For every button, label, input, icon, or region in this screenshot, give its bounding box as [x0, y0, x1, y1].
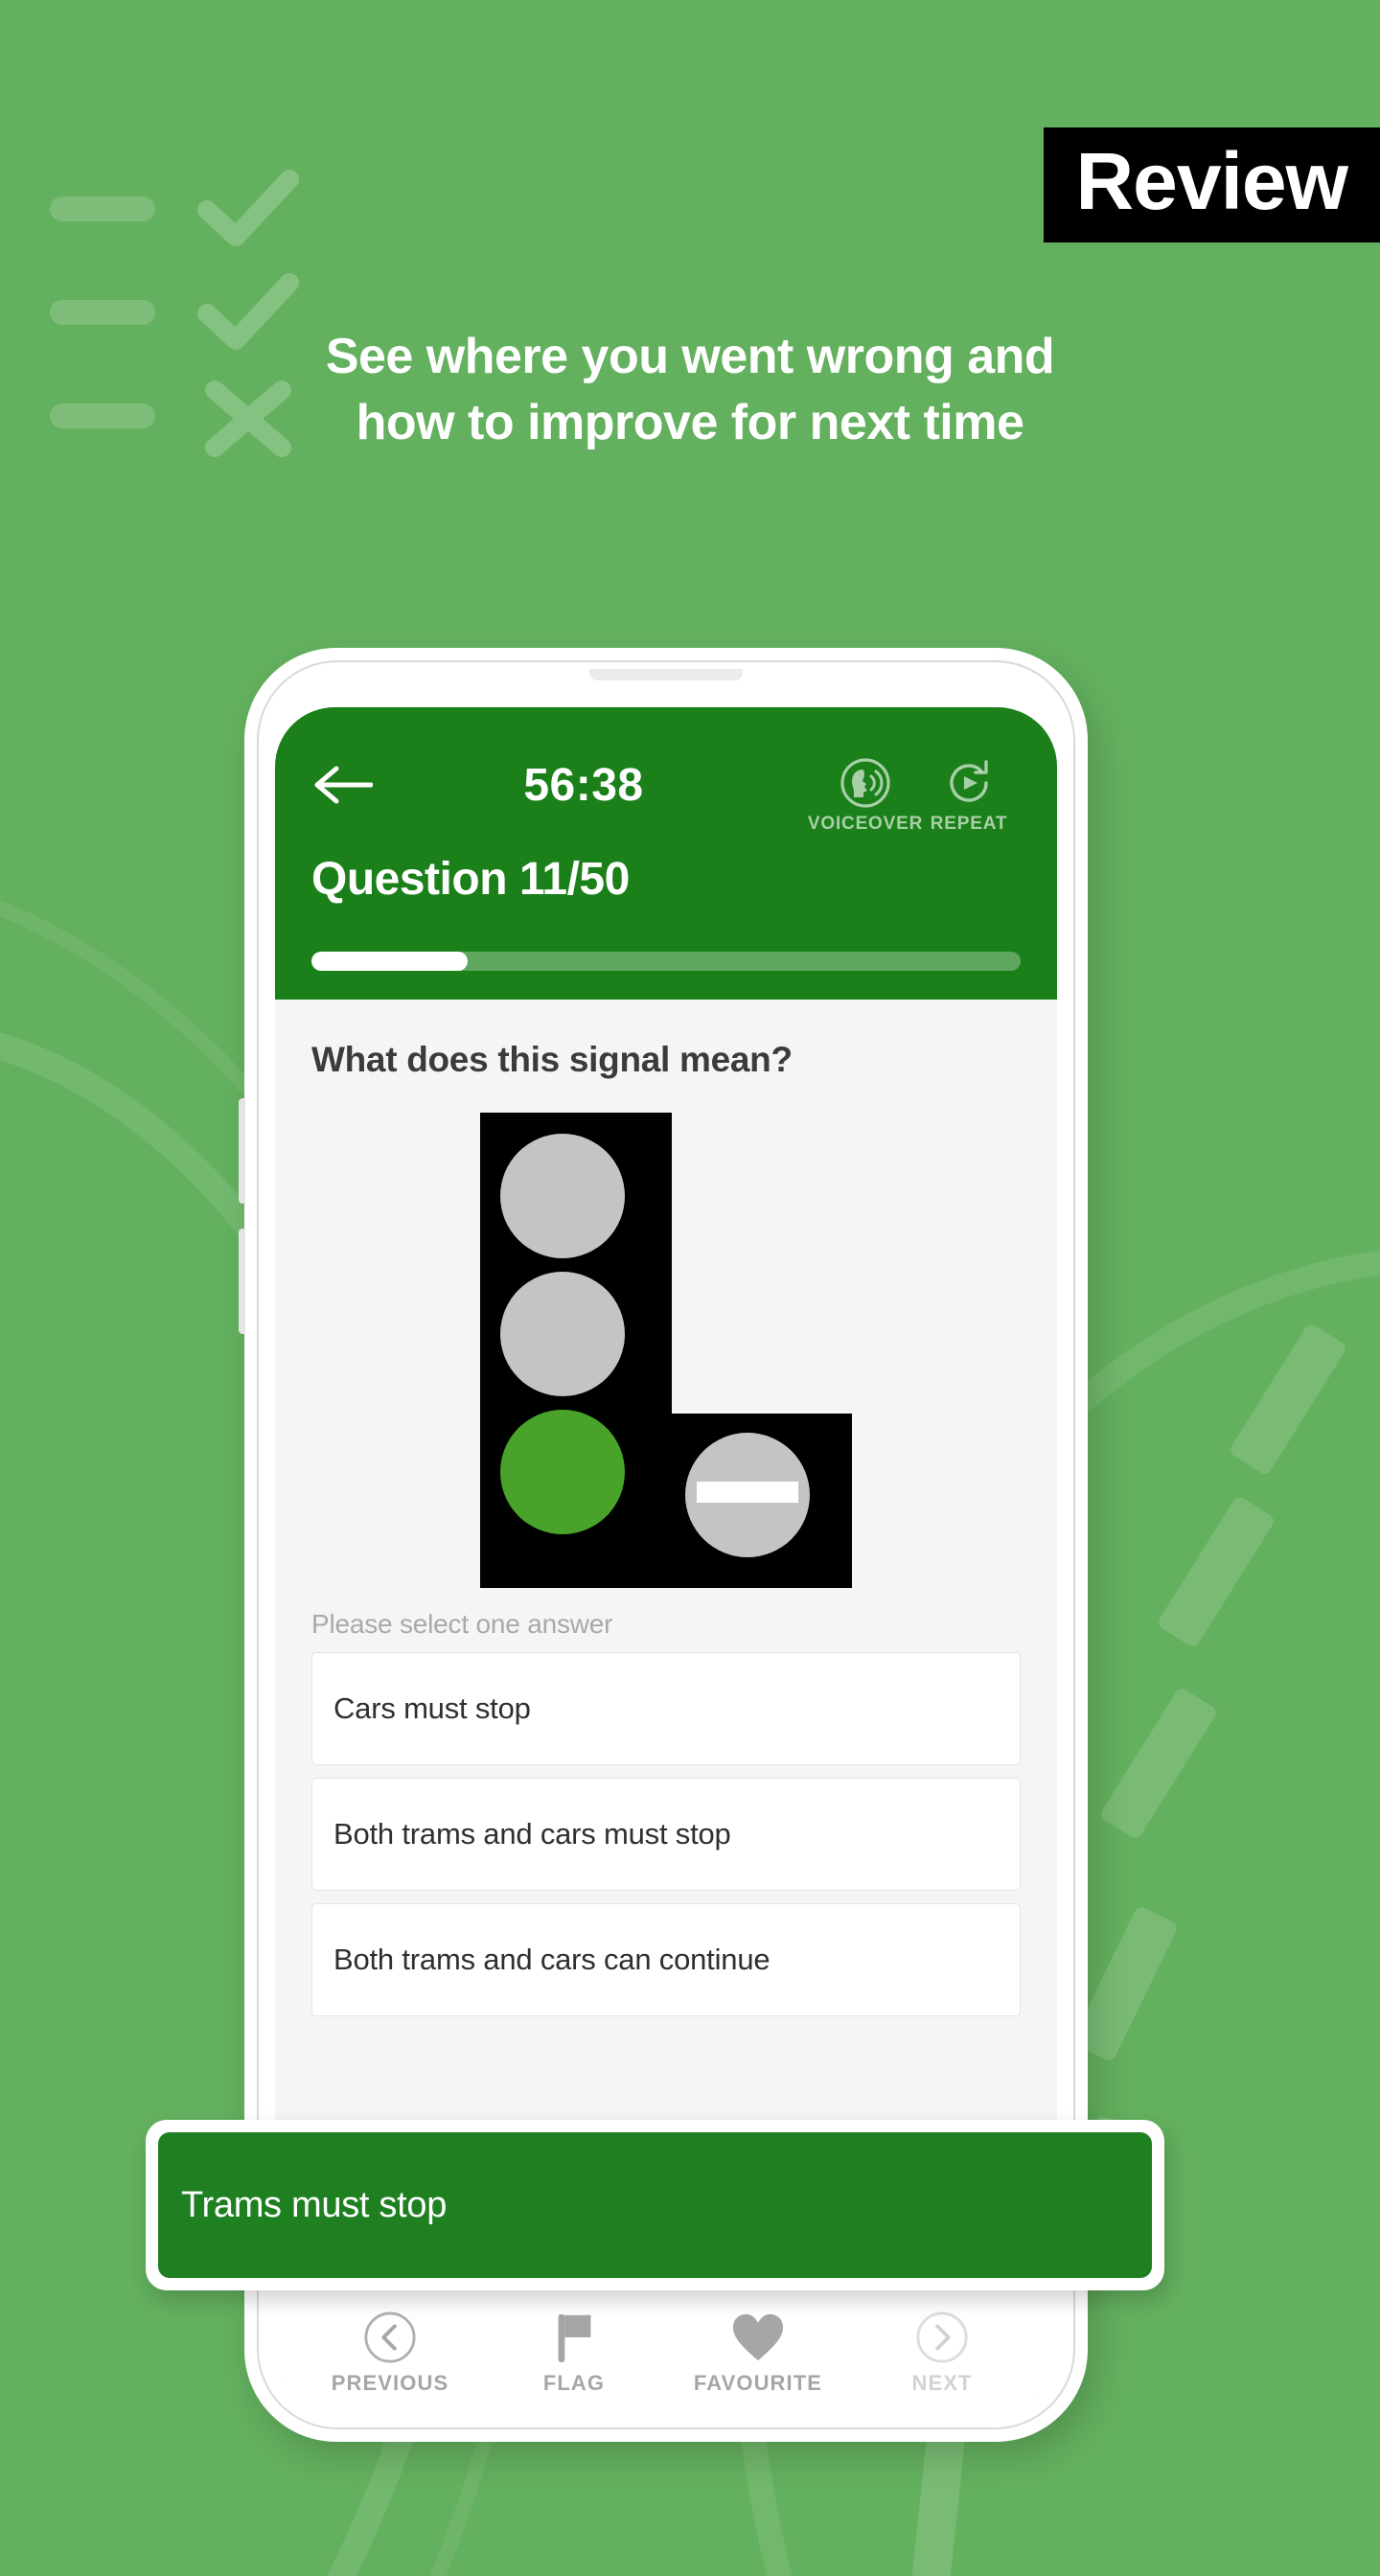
select-one-answer-hint: Please select one answer: [311, 1609, 613, 1639]
answer-option-1[interactable]: Cars must stop: [311, 1652, 1021, 1765]
question-text: What does this signal mean?: [311, 1040, 793, 1079]
nav-favourite-label: FAVOURITE: [693, 2370, 823, 2395]
repeat-label: REPEAT: [930, 814, 1008, 834]
heart-icon: [730, 2310, 786, 2365]
phone-speaker-notch: [589, 669, 743, 680]
question-counter: Question 11/50: [311, 854, 630, 905]
answer-option-label: Both trams and cars must stop: [334, 1817, 731, 1851]
nav-next-label: NEXT: [911, 2370, 973, 2395]
check-icon: [196, 168, 301, 254]
repeat-button[interactable]: REPEAT: [917, 757, 1021, 835]
checklist-dash: [50, 196, 155, 221]
answer-option-2[interactable]: Both trams and cars must stop: [311, 1778, 1021, 1891]
voiceover-speaking-head-icon: [840, 757, 891, 809]
phone-volume-button-up: [239, 1098, 245, 1204]
nav-favourite-button[interactable]: FAVOURITE: [666, 2286, 850, 2411]
chevron-left-circle-icon: [363, 2310, 417, 2365]
review-badge-label: Review: [1075, 136, 1348, 226]
voiceover-label: VOICEOVER: [807, 814, 924, 834]
app-bottom-nav: PREVIOUS FLAG FAVOURITE NEXT: [275, 2285, 1057, 2411]
highlighted-answer-label: Trams must stop: [181, 2184, 448, 2225]
subtitle-line-2: how to improve for next time: [356, 394, 1024, 450]
timer-display: 56:38: [523, 760, 644, 811]
nav-next-button[interactable]: NEXT: [850, 2286, 1034, 2411]
answer-option-label: Cars must stop: [334, 1691, 531, 1725]
tram-signal-image: [480, 1113, 852, 1588]
chevron-right-circle-icon: [915, 2310, 969, 2365]
nav-flag-button[interactable]: FLAG: [482, 2286, 666, 2411]
nav-previous-label: PREVIOUS: [331, 2370, 449, 2395]
progress-bar: [311, 952, 1021, 971]
back-button[interactable]: [311, 757, 382, 812]
flag-icon: [549, 2310, 599, 2365]
progress-bar-fill: [311, 952, 468, 971]
phone-volume-button-down: [239, 1229, 245, 1334]
subtitle-line-1: See where you went wrong and: [325, 329, 1055, 384]
app-body: What does this signal mean? Please selec…: [275, 1000, 1057, 2016]
signal-image-wrap: [311, 1113, 1021, 1588]
nav-flag-label: FLAG: [542, 2370, 606, 2395]
signal-lamp-bottom-green: [500, 1410, 625, 1534]
nav-previous-button[interactable]: PREVIOUS: [298, 2286, 482, 2411]
answer-option-label: Both trams and cars can continue: [334, 1943, 770, 1976]
signal-lamp-top: [500, 1134, 625, 1258]
review-badge: Review: [1043, 127, 1380, 242]
arrow-left-icon: [314, 766, 374, 804]
voiceover-button[interactable]: VOICEOVER: [808, 757, 922, 835]
checklist-dash: [50, 300, 155, 325]
signal-lamp-middle: [500, 1272, 625, 1396]
app-header: 56:38 VOICEOVER REPEAT Question 11/50: [275, 707, 1057, 1000]
header-top-row: 56:38 VOICEOVER REPEAT: [311, 757, 1021, 845]
subtitle: See where you went wrong and how to impr…: [0, 324, 1380, 455]
highlighted-answer-callout[interactable]: Trams must stop: [146, 2120, 1164, 2290]
answer-option-3[interactable]: Both trams and cars can continue: [311, 1903, 1021, 2016]
signal-lamp-side-bar: [697, 1482, 798, 1503]
repeat-play-icon: [943, 757, 995, 809]
highlighted-answer-body: Trams must stop: [158, 2132, 1152, 2278]
